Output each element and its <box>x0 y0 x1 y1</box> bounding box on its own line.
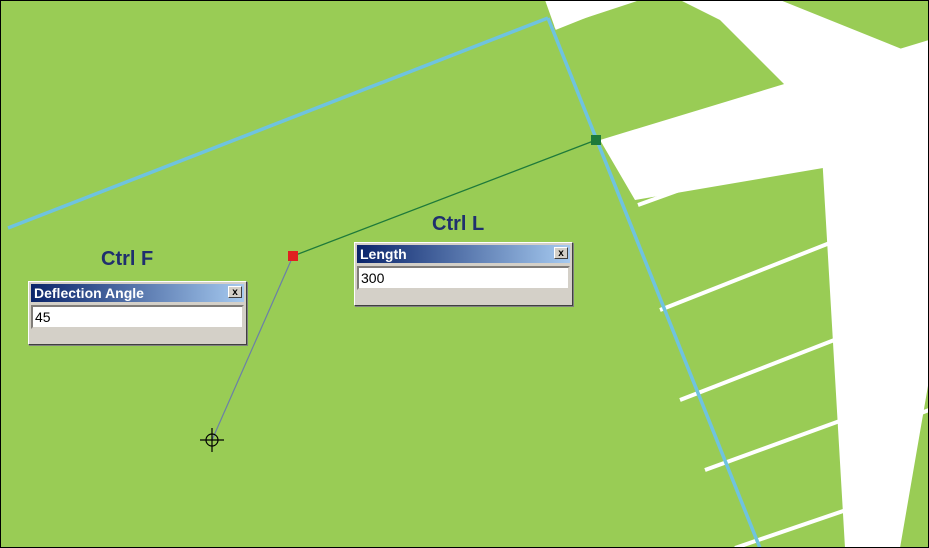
length-input[interactable] <box>357 266 570 290</box>
length-title: Length <box>360 246 407 262</box>
close-icon[interactable]: x <box>554 247 568 259</box>
sketch-vertex-start[interactable] <box>591 135 601 145</box>
deflection-shortcut-hint: Ctrl F <box>101 248 154 270</box>
length-titlebar[interactable]: Length x <box>357 245 570 263</box>
length-shortcut-hint: Ctrl L <box>432 213 485 235</box>
deflection-angle-dialog[interactable]: Deflection Angle x <box>28 281 247 345</box>
sketch-vertex-current[interactable] <box>288 251 298 261</box>
deflection-angle-input[interactable] <box>31 305 244 329</box>
close-icon[interactable]: x <box>228 286 242 298</box>
length-dialog[interactable]: Length x <box>354 242 573 306</box>
deflection-angle-title: Deflection Angle <box>34 285 144 301</box>
deflection-angle-titlebar[interactable]: Deflection Angle x <box>31 284 244 302</box>
